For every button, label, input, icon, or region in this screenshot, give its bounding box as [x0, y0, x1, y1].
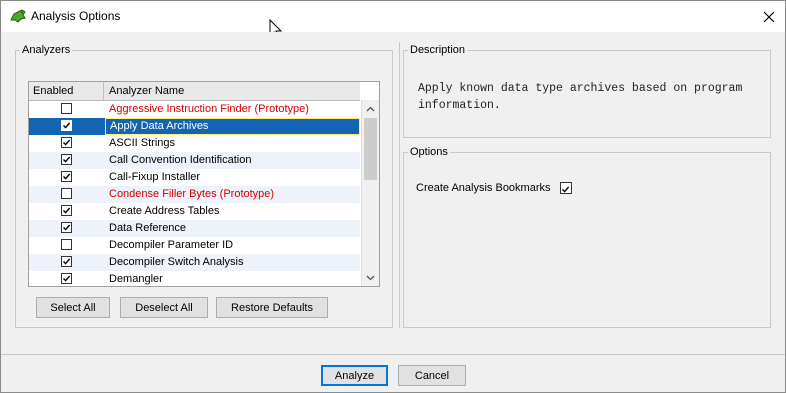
- checkmark-icon: [63, 122, 71, 129]
- table-row[interactable]: Demangler: [29, 271, 360, 286]
- table-row[interactable]: Decompiler Parameter ID: [29, 237, 360, 254]
- table-body: Aggressive Instruction Finder (Prototype…: [29, 101, 360, 286]
- enabled-checkbox[interactable]: [61, 171, 72, 182]
- analyzer-name-cell[interactable]: Apply Data Archives: [105, 118, 360, 135]
- checkmark-icon: [63, 156, 71, 163]
- enabled-checkbox[interactable]: [61, 205, 72, 216]
- checkmark-icon: [63, 139, 71, 146]
- table-row[interactable]: Call Convention Identification: [29, 152, 360, 169]
- analyzer-name-cell[interactable]: Decompiler Parameter ID: [105, 237, 360, 254]
- scroll-up-button[interactable]: [362, 100, 379, 117]
- analyzers-group-label: Analyzers: [22, 44, 71, 56]
- table-row[interactable]: Apply Data Archives: [29, 118, 360, 135]
- analyzers-table: Enabled Analyzer Name Aggressive Instruc…: [28, 81, 380, 287]
- options-group-label: Options: [410, 146, 448, 158]
- analyzer-name-cell[interactable]: ASCII Strings: [105, 135, 360, 152]
- dragon-app-icon: [10, 9, 26, 23]
- analyzer-name-cell[interactable]: Data Reference: [105, 220, 360, 237]
- description-text: Apply known data type archives based on …: [418, 82, 743, 112]
- table-row[interactable]: Create Address Tables: [29, 203, 360, 220]
- enabled-checkbox[interactable]: [61, 273, 72, 284]
- deselect-all-button[interactable]: Deselect All: [120, 297, 208, 318]
- analyze-button[interactable]: Analyze: [321, 365, 388, 386]
- enabled-checkbox[interactable]: [61, 239, 72, 250]
- analysis-options-dialog: Analysis Options Analyzers Enabled Analy…: [0, 0, 786, 393]
- scroll-thumb[interactable]: [364, 118, 377, 180]
- table-row[interactable]: Condense Filler Bytes (Prototype): [29, 186, 360, 203]
- panel-splitter[interactable]: [399, 42, 400, 328]
- enabled-checkbox[interactable]: [61, 222, 72, 233]
- description-group-label: Description: [410, 44, 466, 56]
- close-button[interactable]: [753, 1, 785, 32]
- title-bar[interactable]: Analysis Options: [1, 1, 785, 40]
- checkmark-icon: [63, 258, 71, 265]
- chevron-up-icon: [366, 106, 375, 111]
- analyzer-name-cell[interactable]: Call-Fixup Installer: [105, 169, 360, 186]
- options-group: Options Create Analysis Bookmarks: [403, 146, 771, 328]
- enabled-checkbox[interactable]: [61, 120, 72, 131]
- create-analysis-bookmarks-label: Create Analysis Bookmarks: [416, 182, 551, 194]
- enabled-checkbox[interactable]: [61, 256, 72, 267]
- chevron-down-icon: [366, 275, 375, 280]
- checkmark-icon: [63, 207, 71, 214]
- column-header-enabled[interactable]: Enabled: [29, 82, 104, 100]
- enabled-checkbox[interactable]: [61, 188, 72, 199]
- column-header-analyzer-name[interactable]: Analyzer Name: [105, 82, 184, 100]
- cancel-button-label: Cancel: [414, 369, 450, 382]
- table-row[interactable]: ASCII Strings: [29, 135, 360, 152]
- analyzer-name-cell[interactable]: Condense Filler Bytes (Prototype): [105, 186, 360, 203]
- enabled-checkbox[interactable]: [61, 137, 72, 148]
- table-row[interactable]: Data Reference: [29, 220, 360, 237]
- analyzer-name-cell[interactable]: Decompiler Switch Analysis: [105, 254, 360, 271]
- analyzers-group: Analyzers Enabled Analyzer Name Aggressi…: [15, 44, 393, 328]
- table-row[interactable]: Aggressive Instruction Finder (Prototype…: [29, 101, 360, 118]
- vertical-scrollbar[interactable]: [361, 100, 379, 286]
- analyze-button-label: Analyze: [334, 369, 375, 382]
- scroll-down-button[interactable]: [362, 269, 379, 286]
- analyzer-name-cell[interactable]: Aggressive Instruction Finder (Prototype…: [105, 101, 360, 118]
- enabled-checkbox[interactable]: [61, 154, 72, 165]
- table-header: Enabled Analyzer Name: [29, 82, 360, 101]
- checkmark-icon: [63, 224, 71, 231]
- table-row[interactable]: Decompiler Switch Analysis: [29, 254, 360, 271]
- window-title: Analysis Options: [31, 9, 121, 23]
- restore-defaults-button[interactable]: Restore Defaults: [216, 297, 328, 318]
- analyzer-name-cell[interactable]: Demangler: [105, 271, 360, 286]
- description-group: Description Apply known data type archiv…: [403, 44, 771, 138]
- enabled-checkbox[interactable]: [61, 103, 72, 114]
- checkmark-icon: [562, 186, 570, 193]
- checkmark-icon: [63, 275, 71, 282]
- cancel-button[interactable]: Cancel: [398, 365, 466, 386]
- table-row[interactable]: Call-Fixup Installer: [29, 169, 360, 186]
- analyzer-name-cell[interactable]: Call Convention Identification: [105, 152, 360, 169]
- checkmark-icon: [63, 173, 71, 180]
- analyzer-name-cell[interactable]: Create Address Tables: [105, 203, 360, 220]
- close-icon: [763, 11, 775, 22]
- create-analysis-bookmarks-checkbox[interactable]: [560, 182, 572, 194]
- dialog-content: Analyzers Enabled Analyzer Name Aggressi…: [1, 32, 785, 355]
- select-all-button[interactable]: Select All: [36, 297, 110, 318]
